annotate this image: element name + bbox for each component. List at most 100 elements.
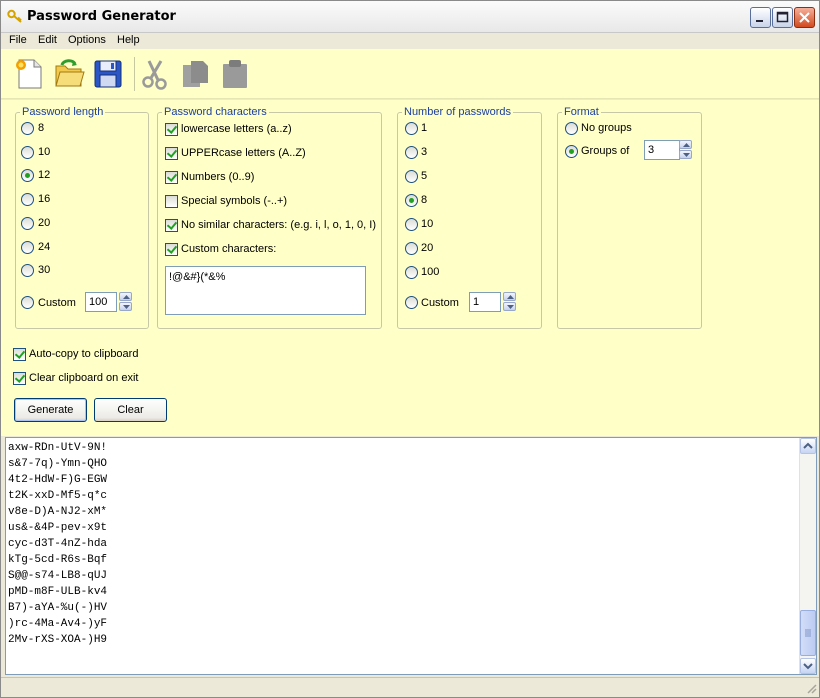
window-title: Password Generator <box>27 9 176 24</box>
app-window: Password Generator File Edit Options Hel… <box>0 0 820 698</box>
count-custom-value: 1 <box>473 296 480 308</box>
char-option-checkbox[interactable] <box>165 171 178 184</box>
password-output-area[interactable]: axw-RDn-UtV-9N! s&7-7q)-Ymn-QHO 4t2-HdW-F)… <box>5 437 817 675</box>
count-spinner <box>503 292 517 312</box>
minimize-button[interactable] <box>750 7 771 28</box>
count-radio-1[interactable] <box>405 122 418 135</box>
length-radio-10[interactable] <box>21 145 34 159</box>
count-spin-down-button[interactable] <box>503 302 516 311</box>
count-radio-8[interactable] <box>405 194 418 207</box>
count-custom-input[interactable]: 1 <box>469 292 501 312</box>
password-characters-legend: Password characters <box>162 106 269 118</box>
scroll-down-button[interactable] <box>800 658 816 674</box>
count-radio-5[interactable] <box>405 170 418 183</box>
password-line: B7)-aYA-%u(-)HV <box>8 602 108 614</box>
length-option-label: 24 <box>38 240 51 253</box>
clear-clipboard-checkbox[interactable] <box>13 372 26 385</box>
save-disk-icon[interactable] <box>91 57 125 91</box>
password-line: v8e-D)A-NJ2-xM* <box>8 506 108 518</box>
generate-button[interactable]: Generate <box>14 398 87 422</box>
char-option-checkbox[interactable] <box>165 147 178 160</box>
count-radio-100[interactable] <box>405 266 418 279</box>
group-size-spinner <box>679 140 693 160</box>
password-line: s&7-7q)-Ymn-QHO <box>8 458 108 470</box>
length-custom-value: 100 <box>89 296 108 308</box>
count-option-label: 10 <box>421 218 434 230</box>
count-radio-10[interactable] <box>405 218 418 231</box>
char-option-label: Numbers (0..9) <box>181 171 255 183</box>
group-size-spin-up-button[interactable] <box>679 140 692 149</box>
menu-edit[interactable]: Edit <box>38 34 57 46</box>
maximize-button[interactable] <box>772 7 793 28</box>
length-spin-up-button[interactable] <box>119 292 132 301</box>
vertical-scrollbar[interactable] <box>799 438 816 674</box>
length-option-label: 16 <box>38 193 51 206</box>
menu-help[interactable]: Help <box>117 34 140 46</box>
count-radio-3[interactable] <box>405 146 418 159</box>
cut-scissors-icon[interactable] <box>139 57 173 91</box>
format-group: Format No groups Groups of 3 <box>557 106 702 329</box>
format-legend: Format <box>562 106 601 118</box>
format-groups-of-label: Groups of <box>581 145 630 157</box>
length-option-label: 30 <box>38 264 51 277</box>
length-spinner <box>119 292 133 312</box>
clear-button[interactable]: Clear <box>94 398 167 422</box>
char-option-label: UPPERcase letters (A..Z) <box>181 147 306 159</box>
clear-clipboard-label: Clear clipboard on exit <box>29 372 139 384</box>
number-of-passwords-group: Number of passwords 1 3 5 8 10 20 100 Custom 1 <box>397 106 542 329</box>
scroll-thumb[interactable] <box>800 610 816 656</box>
count-option-label: 20 <box>421 242 434 254</box>
length-radio-24[interactable] <box>21 240 34 254</box>
password-line: pMD-m8F-ULB-kv4 <box>8 586 108 598</box>
format-no-groups-label: No groups <box>581 122 632 134</box>
format-radio-no-groups[interactable] <box>565 122 578 135</box>
char-option-checkbox[interactable] <box>165 219 178 232</box>
length-option-label: 12 <box>38 169 51 182</box>
length-radio-custom[interactable] <box>21 296 34 309</box>
resize-grip-icon[interactable] <box>805 682 817 694</box>
custom-characters-field[interactable]: !@&#}(*&% <box>165 266 366 315</box>
format-radio-groups-of[interactable] <box>565 145 578 158</box>
char-option-label: No similar characters: (e.g. i, l, o, 1,… <box>181 219 377 231</box>
new-document-icon[interactable] <box>13 57 47 91</box>
char-option-checkbox[interactable] <box>165 243 178 256</box>
length-radio-20[interactable] <box>21 216 34 230</box>
count-option-label: 100 <box>421 266 440 278</box>
count-custom-label: Custom <box>421 297 459 309</box>
menu-options[interactable]: Options <box>68 34 106 46</box>
title-bar[interactable]: Password Generator <box>1 1 819 33</box>
auto-copy-label: Auto-copy to clipboard <box>29 348 139 360</box>
char-option-checkbox[interactable] <box>165 123 178 136</box>
count-spin-up-button[interactable] <box>503 292 516 301</box>
open-folder-icon[interactable] <box>53 57 87 91</box>
group-size-spin-down-button[interactable] <box>679 150 692 159</box>
group-size-value: 3 <box>648 144 655 156</box>
count-option-label: 1 <box>421 122 428 134</box>
menu-file[interactable]: File <box>9 34 27 46</box>
password-line: cyc-d3T-4nZ-hda <box>8 538 108 550</box>
paste-icon[interactable] <box>219 57 253 91</box>
group-size-input[interactable]: 3 <box>644 140 680 160</box>
close-window-button[interactable] <box>794 7 815 28</box>
char-option-checkbox[interactable] <box>165 195 178 208</box>
length-option-label: 8 <box>38 122 45 134</box>
copy-icon[interactable] <box>179 57 213 91</box>
count-option-label: 3 <box>421 146 428 158</box>
auto-copy-checkbox[interactable] <box>13 348 26 361</box>
length-radio-16[interactable] <box>21 193 34 207</box>
length-custom-input[interactable]: 100 <box>85 292 117 312</box>
count-radio-20[interactable] <box>405 242 418 255</box>
toolbar-separator <box>134 57 135 91</box>
count-radio-custom[interactable] <box>405 296 418 309</box>
length-spin-down-button[interactable] <box>119 302 132 311</box>
password-length-legend: Password length <box>20 106 106 118</box>
custom-characters-value: !@&#}(*&% <box>169 271 226 283</box>
length-radio-12[interactable] <box>21 169 34 183</box>
length-radio-30[interactable] <box>21 264 34 278</box>
count-option-label: 5 <box>421 170 428 182</box>
password-length-group: Password length 8 10 12 16 20 24 30 Custom 100 <box>15 106 149 329</box>
scroll-up-button[interactable] <box>800 438 816 454</box>
length-radio-8[interactable] <box>21 122 34 135</box>
char-option-label: Special symbols (-..+) <box>181 195 288 207</box>
length-custom-label: Custom <box>38 297 76 309</box>
